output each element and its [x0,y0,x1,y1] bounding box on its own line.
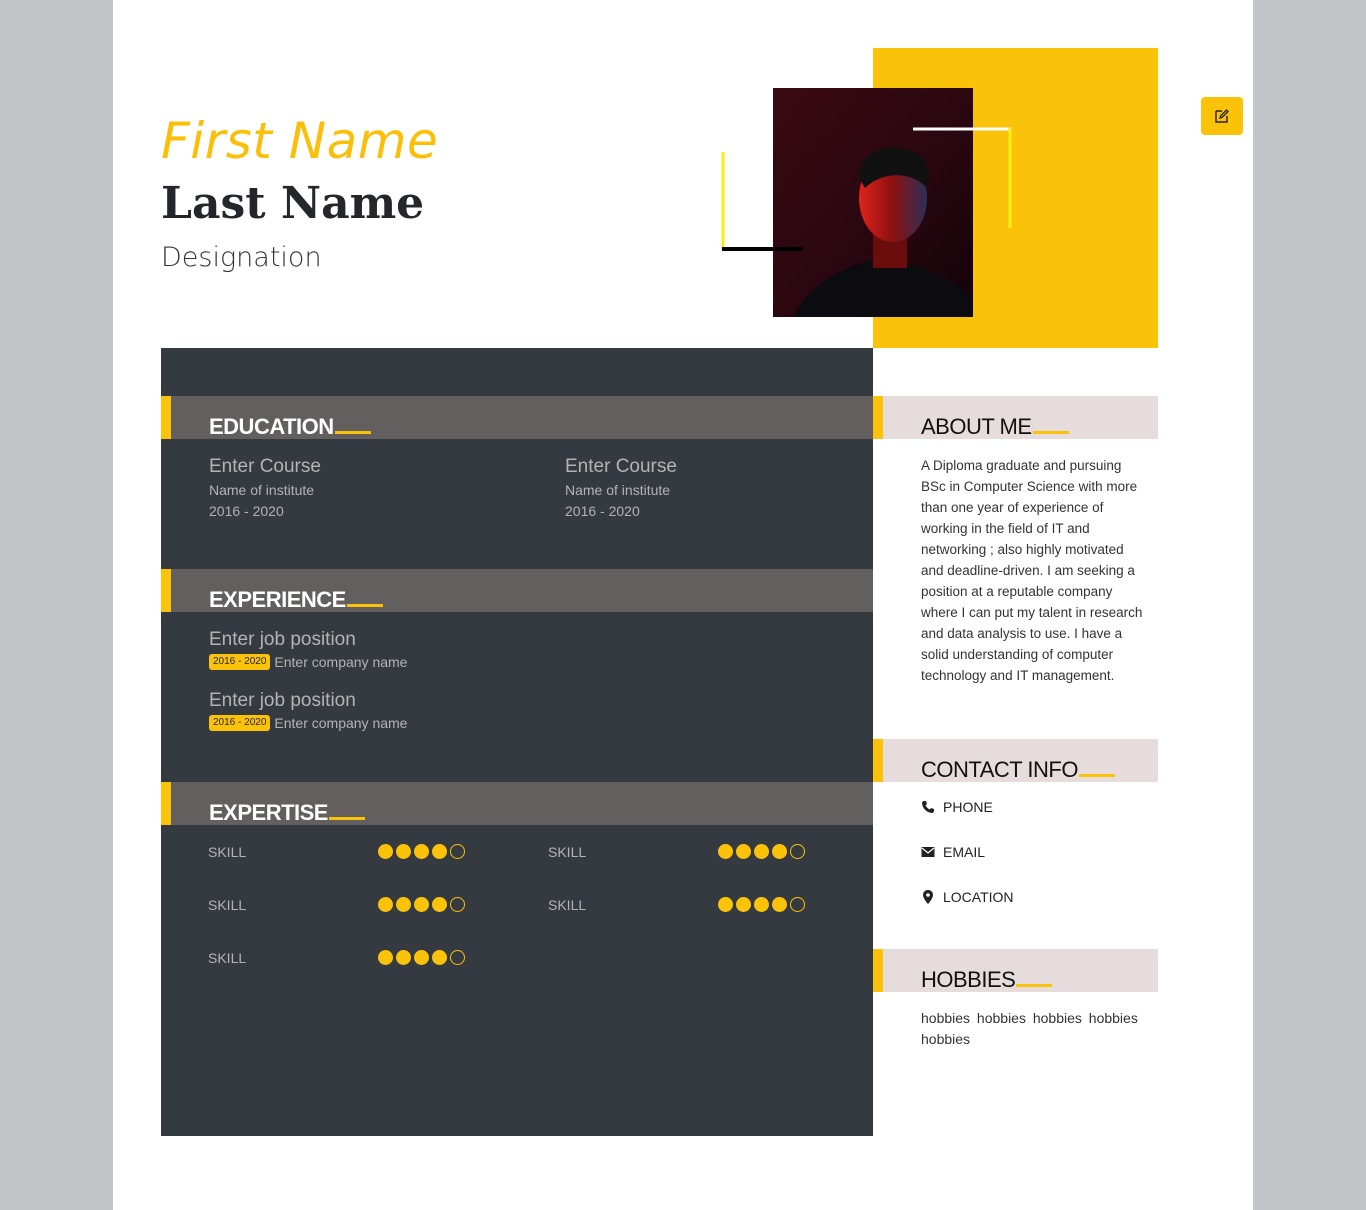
education-item: Enter Course Name of institute 2016 - 20… [209,456,509,519]
first-name: First Name [161,112,439,170]
rating-dot-empty [450,897,465,912]
experience-item: Enter job position 2016 - 2020 Enter com… [209,629,709,670]
course-name: Enter Course [565,456,677,477]
education-years: 2016 - 2020 [565,503,640,519]
institute-name: Name of institute [565,482,671,498]
education-item: Enter Course Name of institute 2016 - 20… [565,456,865,519]
rating-dot-filled [396,844,411,859]
rating-dot-filled [414,950,429,965]
company-name: Enter company name [274,654,408,670]
course-name: Enter Course [209,456,321,477]
education-title: EDUCATION [209,414,334,439]
rating-dot-filled [414,844,429,859]
edit-icon [1215,109,1229,123]
phone-icon [921,800,935,814]
experience-years-badge: 2016 - 2020 [209,715,271,731]
about-title: ABOUT ME [921,414,1032,439]
about-header: ABOUT ME [873,396,1158,439]
contact-title: CONTACT INFO [921,757,1078,782]
job-position: Enter job position [209,629,356,650]
rating-dot-filled [736,897,751,912]
contact-header: CONTACT INFO [873,739,1158,782]
experience-header: EXPERIENCE [161,569,873,612]
location-pin-icon [921,890,935,904]
skill-row: SKILL [208,895,468,915]
skill-row: SKILL [208,842,468,862]
skill-row: SKILL [548,895,808,915]
envelope-icon [921,845,935,859]
rating-dot-empty [450,844,465,859]
education-years: 2016 - 2020 [209,503,284,519]
rating-dot-empty [450,950,465,965]
contact-label: EMAIL [943,844,986,860]
experience-item: Enter job position 2016 - 2020 Enter com… [209,690,709,731]
expertise-header: EXPERTISE [161,782,873,825]
job-position: Enter job position [209,690,356,711]
about-text: A Diploma graduate and pursuing BSc in C… [921,458,1143,683]
rating-dot-filled [754,844,769,859]
hobbies-title: HOBBIES [921,967,1016,992]
skill-row: SKILL [548,842,808,862]
skill-rating [378,844,465,859]
rating-dot-filled [772,844,787,859]
corner-decoration [721,152,803,251]
experience-title: EXPERIENCE [209,587,346,612]
contact-location[interactable]: LOCATION [921,889,1014,905]
main-panel: EDUCATION Enter Course Name of institute… [161,348,873,1136]
education-header: EDUCATION [161,396,873,439]
skill-rating [378,897,465,912]
rating-dot-filled [718,844,733,859]
designation: Designation [161,242,322,273]
last-name: Last Name [161,178,425,229]
rating-dot-filled [772,897,787,912]
contact-label: PHONE [943,799,993,815]
skill-rating [378,950,465,965]
hobbies-text: hobbies hobbies hobbies hobbies hobbies [921,1010,1138,1047]
skill-rating [718,844,805,859]
rating-dot-filled [414,897,429,912]
rating-dot-empty [790,844,805,859]
skill-name: SKILL [548,897,587,913]
institute-name: Name of institute [209,482,315,498]
rating-dot-filled [736,844,751,859]
rating-dot-empty [790,897,805,912]
skill-row: SKILL [208,948,468,968]
skill-name: SKILL [548,844,587,860]
experience-years-badge: 2016 - 2020 [209,654,271,670]
skill-rating [718,897,805,912]
rating-dot-filled [432,844,447,859]
edit-button[interactable] [1201,97,1243,135]
rating-dot-filled [396,897,411,912]
rating-dot-filled [754,897,769,912]
rating-dot-filled [378,897,393,912]
contact-email[interactable]: EMAIL [921,844,985,860]
resume-page: First Name Last Name Designation EDUCATI… [113,0,1253,1210]
rating-dot-filled [432,897,447,912]
skill-name: SKILL [208,844,247,860]
expertise-title: EXPERTISE [209,800,328,825]
contact-label: LOCATION [943,889,1014,905]
company-name: Enter company name [274,715,408,731]
rating-dot-filled [396,950,411,965]
rating-dot-filled [718,897,733,912]
corner-decoration [913,127,1012,228]
rating-dot-filled [378,950,393,965]
rating-dot-filled [432,950,447,965]
skill-name: SKILL [208,950,247,966]
hobbies-header: HOBBIES [873,949,1158,992]
rating-dot-filled [378,844,393,859]
contact-phone[interactable]: PHONE [921,799,993,815]
skill-name: SKILL [208,897,247,913]
